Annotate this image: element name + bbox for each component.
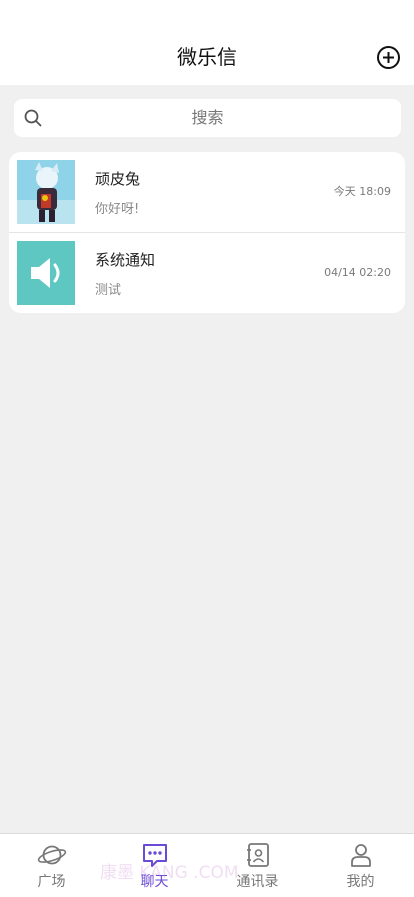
watermark: 康墨 KANG .COM — [100, 863, 239, 883]
person-icon — [351, 844, 371, 867]
conversation-name: 系统通知 — [95, 251, 156, 269]
tab-label: 我的 — [346, 874, 375, 890]
last-message: 你好呀! — [95, 202, 140, 217]
conversation-item[interactable]: 系统通知 测试 04/14 02:20 — [9, 233, 405, 313]
conversation-item[interactable]: 顽皮兔 你好呀! 今天 18:09 — [9, 152, 405, 233]
search-placeholder: 搜索 — [191, 108, 224, 127]
top-bar: 微乐信 — [0, 0, 414, 85]
tab-mine[interactable]: 我的 — [309, 834, 412, 897]
speaker-icon — [17, 241, 75, 305]
plus-circle-icon — [377, 46, 400, 69]
message-time: 04/14 02:20 — [324, 266, 391, 279]
last-message: 测试 — [95, 283, 122, 298]
tab-square[interactable]: 广场 — [0, 834, 103, 897]
message-time: 今天 18:09 — [333, 185, 391, 198]
add-button[interactable] — [376, 45, 401, 70]
character-avatar — [17, 160, 75, 224]
conversation-list: 顽皮兔 你好呀! 今天 18:09 系统通知 测试 04/14 02:20 — [9, 152, 405, 313]
planet-icon — [37, 845, 67, 865]
conversation-name: 顽皮兔 — [95, 170, 141, 188]
tab-label: 广场 — [37, 874, 66, 890]
search-bar[interactable]: 搜索 — [14, 99, 401, 137]
page-title: 微乐信 — [177, 45, 237, 69]
